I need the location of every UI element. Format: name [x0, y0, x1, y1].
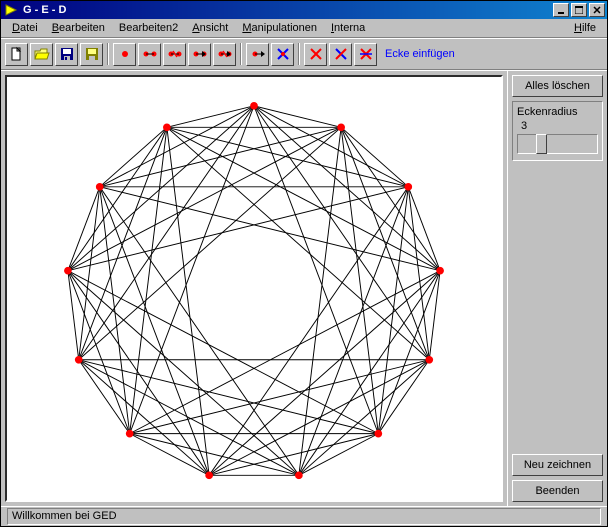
menu-ansicht[interactable]: Ansicht — [185, 20, 235, 36]
toolbar-mode-label: Ecke einfügen — [385, 48, 455, 60]
mode-vertex-button[interactable] — [113, 43, 136, 66]
status-text: Willkommen bei GED — [7, 508, 601, 525]
window-title: G - E - D — [23, 4, 551, 16]
mode-move-button[interactable] — [246, 43, 269, 66]
graph-edge[interactable] — [68, 127, 341, 270]
toolbar: Ecke einfügen — [1, 38, 607, 70]
menu-bearbeiten2[interactable]: Bearbeiten2 — [112, 20, 185, 36]
graph-edge[interactable] — [167, 127, 440, 270]
toolbar-separator — [298, 43, 300, 65]
graph-canvas[interactable] — [5, 75, 503, 502]
graph-vertex[interactable] — [126, 430, 134, 438]
graph-edge[interactable] — [100, 127, 341, 187]
mode-edge-del-button[interactable] — [163, 43, 186, 66]
mode-x3-button[interactable] — [354, 43, 377, 66]
graph-edge[interactable] — [68, 106, 254, 271]
canvas-frame — [1, 71, 507, 506]
graph-edge[interactable] — [209, 271, 440, 476]
side-panel: Alles löschen Eckenradius 3 Neu zeichnen… — [507, 71, 607, 506]
menu-interna[interactable]: Interna — [324, 20, 372, 36]
app-icon — [3, 2, 19, 18]
graph-vertex[interactable] — [163, 123, 171, 131]
toolbar-separator — [240, 43, 242, 65]
mode-arc-del-button[interactable] — [213, 43, 236, 66]
graph-edge[interactable] — [378, 271, 440, 434]
vertex-radius-label: Eckenradius — [517, 106, 598, 118]
titlebar: G - E - D — [1, 1, 607, 19]
graph-vertex[interactable] — [374, 430, 382, 438]
quit-button[interactable]: Beenden — [512, 480, 603, 502]
graph-edge[interactable] — [68, 271, 299, 476]
graph-edge[interactable] — [130, 434, 299, 476]
main-area: Alles löschen Eckenradius 3 Neu zeichnen… — [1, 70, 607, 506]
redraw-button[interactable]: Neu zeichnen — [512, 454, 603, 476]
graph-vertex[interactable] — [75, 356, 83, 364]
new-file-button[interactable] — [5, 43, 28, 66]
graph-vertex[interactable] — [64, 267, 72, 275]
titlebar-buttons — [551, 3, 605, 17]
graph-edge[interactable] — [209, 360, 429, 476]
menu-hilfe[interactable]: Hilfe — [567, 20, 603, 36]
clear-all-button[interactable]: Alles löschen — [512, 75, 603, 97]
mode-delete-vertex-button[interactable] — [271, 43, 294, 66]
graph-edge[interactable] — [79, 127, 167, 359]
graph-vertex[interactable] — [436, 267, 444, 275]
graph-vertex[interactable] — [250, 102, 258, 110]
graph-vertex[interactable] — [96, 183, 104, 191]
vertex-radius-group: Eckenradius 3 — [512, 101, 603, 161]
menu-bearbeiten[interactable]: Bearbeiten — [45, 20, 112, 36]
graph-edge[interactable] — [254, 106, 440, 271]
graph-edge[interactable] — [209, 434, 378, 476]
graph-edge[interactable] — [79, 127, 341, 359]
graph-edge[interactable] — [130, 360, 430, 434]
statusbar: Willkommen bei GED — [1, 506, 607, 526]
mode-x1-button[interactable] — [304, 43, 327, 66]
mode-x2-button[interactable] — [329, 43, 352, 66]
graph-edge[interactable] — [68, 271, 378, 434]
save-alt-button[interactable] — [80, 43, 103, 66]
graph-edge[interactable] — [79, 360, 379, 434]
graph-edge[interactable] — [68, 271, 130, 434]
menu-manipulationen[interactable]: Manipulationen — [235, 20, 324, 36]
toolbar-separator — [107, 43, 109, 65]
graph-edge[interactable] — [130, 271, 440, 434]
graph-vertex[interactable] — [404, 183, 412, 191]
open-file-button[interactable] — [30, 43, 53, 66]
graph-vertex[interactable] — [295, 471, 303, 479]
graph-edge[interactable] — [167, 127, 429, 359]
graph-vertex[interactable] — [425, 356, 433, 364]
graph-edge[interactable] — [79, 360, 299, 476]
mode-edge-button[interactable] — [138, 43, 161, 66]
vertex-radius-value: 3 — [521, 120, 598, 132]
vertex-radius-slider[interactable] — [517, 134, 598, 154]
minimize-button[interactable] — [553, 3, 569, 17]
close-button[interactable] — [589, 3, 605, 17]
app-window: G - E - D Datei Bearbeiten Bearbeiten2 A… — [0, 0, 608, 527]
slider-thumb[interactable] — [536, 134, 547, 154]
menubar: Datei Bearbeiten Bearbeiten2 Ansicht Man… — [1, 19, 607, 38]
menu-datei[interactable]: Datei — [5, 20, 45, 36]
graph-edge[interactable] — [167, 127, 408, 187]
save-button[interactable] — [55, 43, 78, 66]
maximize-button[interactable] — [571, 3, 587, 17]
mode-arc-button[interactable] — [188, 43, 211, 66]
graph-vertex[interactable] — [337, 123, 345, 131]
graph-edge[interactable] — [341, 127, 429, 359]
graph-vertex[interactable] — [205, 471, 213, 479]
